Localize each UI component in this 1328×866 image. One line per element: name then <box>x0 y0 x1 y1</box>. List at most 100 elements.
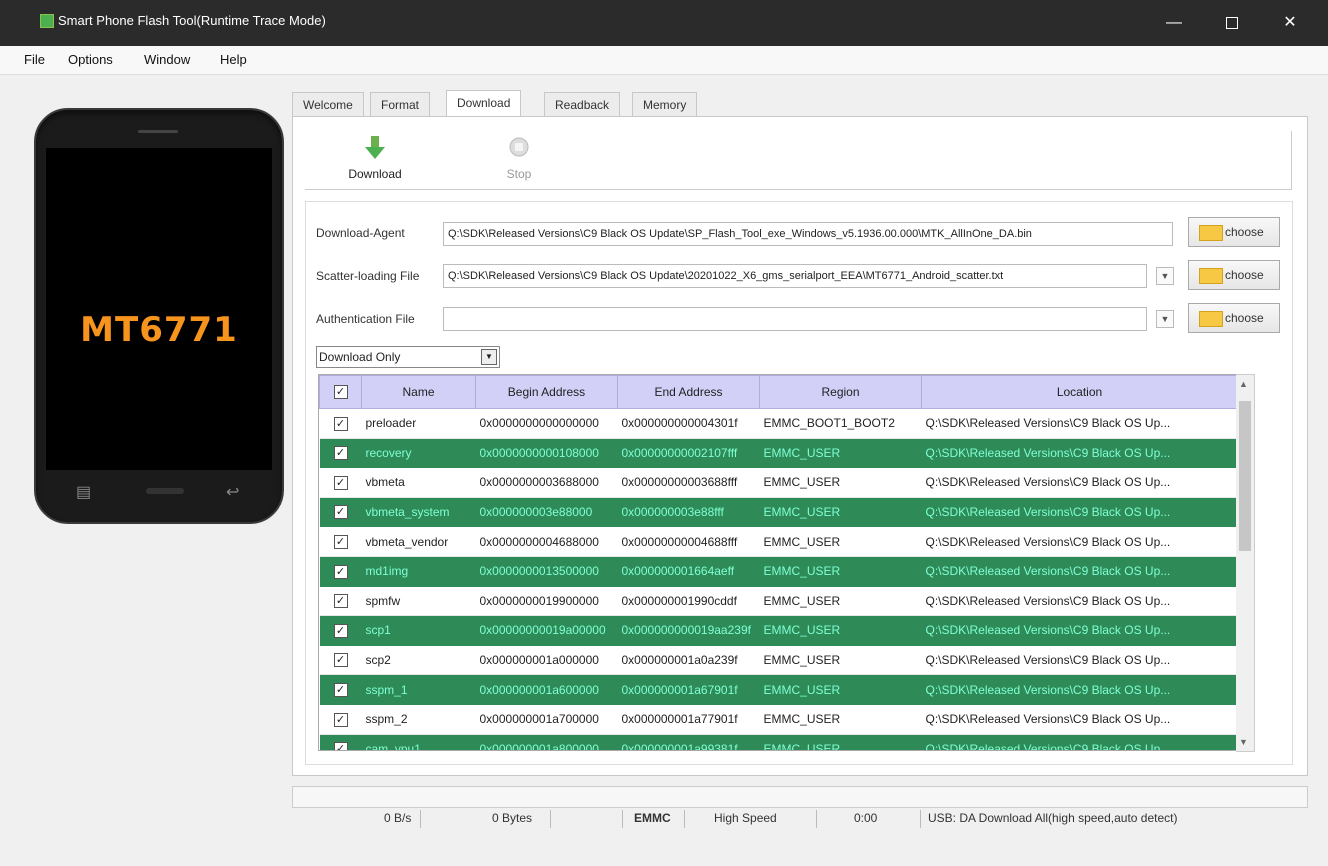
row-checkbox-cell[interactable]: ✓ <box>319 467 362 498</box>
begin-address: 0x0000000013500000 <box>475 556 618 587</box>
download-mode-select[interactable]: Download Only ▼ <box>316 346 500 368</box>
toolbar: Download Stop <box>305 131 1292 190</box>
column-header-name[interactable]: Name <box>361 375 476 409</box>
begin-address: 0x00000000019a00000 <box>475 615 618 646</box>
auth-file-field[interactable] <box>443 307 1147 331</box>
status-mode: High Speed <box>714 811 777 825</box>
row-checkbox-cell[interactable]: ✓ <box>319 704 362 735</box>
scatter-choose-button[interactable]: choose <box>1188 260 1280 290</box>
row-checkbox-cell[interactable]: ✓ <box>319 674 362 705</box>
tab-memory-test[interactable]: Memory Test <box>632 92 698 136</box>
menu-options[interactable]: Options <box>68 52 113 67</box>
row-checkbox-cell[interactable]: ✓ <box>319 586 362 617</box>
scroll-down-icon[interactable]: ▼ <box>1239 737 1248 747</box>
row-checkbox[interactable]: ✓ <box>333 505 348 520</box>
end-address: 0x000000001a77901f <box>617 704 760 735</box>
row-checkbox[interactable]: ✓ <box>333 564 348 579</box>
partition-name: vbmeta <box>361 467 476 498</box>
close-button[interactable]: ✕ <box>1270 8 1310 38</box>
download-agent-field[interactable]: Q:\SDK\Released Versions\C9 Black OS Upd… <box>443 222 1173 246</box>
download-agent-label: Download-Agent <box>316 226 405 240</box>
download-button[interactable]: Download <box>341 135 409 181</box>
end-address: 0x000000001990cddf <box>617 586 760 617</box>
table-row[interactable]: ✓ recovery 0x0000000000108000 0x00000000002… <box>319 438 1237 469</box>
download-mode-value: Download Only <box>319 350 401 364</box>
end-address: 0x000000000019aa239f <box>617 615 760 646</box>
table-row[interactable]: ✓ spmfw 0x0000000019900000 0x000000001990cd… <box>319 586 1237 617</box>
row-checkbox[interactable]: ✓ <box>333 535 348 550</box>
table-row[interactable]: ✓ vbmeta_system 0x000000003e88000 0x0000000… <box>319 497 1237 528</box>
choose-label: choose <box>1225 225 1264 239</box>
minimize-button[interactable]: — <box>1154 8 1194 38</box>
table-row[interactable]: ✓ scp1 0x00000000019a00000 0x000000000019aa… <box>319 615 1237 646</box>
partition-region: EMMC_USER <box>759 497 922 528</box>
partition-region: EMMC_USER <box>759 645 922 676</box>
auth-choose-button[interactable]: choose <box>1188 303 1280 333</box>
row-checkbox-cell[interactable]: ✓ <box>319 497 362 528</box>
row-checkbox[interactable]: ✓ <box>333 594 348 609</box>
end-address: 0x000000003e88fff <box>617 497 760 528</box>
table-row[interactable]: ✓ preloader 0x0000000000000000 0x0000000000… <box>319 408 1237 439</box>
select-all-checkbox[interactable]: ✓ <box>333 385 348 400</box>
row-checkbox[interactable]: ✓ <box>333 653 348 668</box>
menu-help[interactable]: Help <box>220 52 247 67</box>
row-checkbox[interactable]: ✓ <box>333 623 348 638</box>
table-scrollbar[interactable]: ▲ ▼ <box>1236 374 1255 752</box>
stop-button-label: Stop <box>506 167 532 181</box>
column-header-end[interactable]: End Address <box>617 375 760 409</box>
back-softkey-icon: ↩ <box>226 484 240 501</box>
partition-region: EMMC_USER <box>759 526 922 557</box>
scatter-dropdown-icon[interactable]: ▼ <box>1156 267 1174 285</box>
end-address: 0x000000001a99381f <box>617 734 760 750</box>
menu-window[interactable]: Window <box>144 52 190 67</box>
select-all-header[interactable]: ✓ <box>319 375 362 409</box>
table-row[interactable]: ✓ vbmeta_vendor 0x0000000004688000 0x000000… <box>319 526 1237 557</box>
table-row[interactable]: ✓ sspm_2 0x000000001a700000 0x000000001a779… <box>319 704 1237 735</box>
row-checkbox-cell[interactable]: ✓ <box>319 734 362 750</box>
menu-file[interactable]: File <box>24 52 45 67</box>
tab-download[interactable]: Download <box>446 90 522 118</box>
row-checkbox-cell[interactable]: ✓ <box>319 615 362 646</box>
download-arrow-icon <box>365 136 385 159</box>
row-checkbox[interactable]: ✓ <box>333 712 348 727</box>
row-checkbox[interactable]: ✓ <box>333 742 348 750</box>
tab-welcome[interactable]: Welcome <box>292 92 364 117</box>
row-checkbox[interactable]: ✓ <box>333 683 348 698</box>
home-softkey-icon <box>146 488 184 494</box>
scroll-thumb[interactable] <box>1239 401 1251 551</box>
partition-name: vbmeta_vendor <box>361 526 476 557</box>
stop-button[interactable]: Stop <box>499 135 539 181</box>
table-row[interactable]: ✓ vbmeta 0x0000000003688000 0x0000000000368… <box>319 467 1237 498</box>
scroll-up-icon[interactable]: ▲ <box>1239 379 1248 389</box>
partition-name: md1img <box>361 556 476 587</box>
table-row[interactable]: ✓ cam_vpu1 0x000000001a800000 0x000000001a9… <box>319 734 1237 750</box>
row-checkbox-cell[interactable]: ✓ <box>319 408 362 439</box>
row-checkbox-cell[interactable]: ✓ <box>319 438 362 469</box>
partition-name: sspm_1 <box>361 674 476 705</box>
scatter-file-field[interactable]: Q:\SDK\Released Versions\C9 Black OS Upd… <box>443 264 1147 288</box>
tab-readback[interactable]: Readback <box>544 92 621 117</box>
column-header-region[interactable]: Region <box>759 375 922 409</box>
table-row[interactable]: ✓ scp2 0x000000001a000000 0x000000001a0a239… <box>319 645 1237 676</box>
tab-format[interactable]: Format <box>370 92 431 117</box>
row-checkbox-cell[interactable]: ✓ <box>319 645 362 676</box>
partition-region: EMMC_USER <box>759 674 922 705</box>
partition-name: spmfw <box>361 586 476 617</box>
folder-icon <box>1199 311 1223 327</box>
row-checkbox-cell[interactable]: ✓ <box>319 526 362 557</box>
auth-dropdown-icon[interactable]: ▼ <box>1156 310 1174 328</box>
begin-address: 0x0000000000000000 <box>475 408 618 439</box>
maximize-button[interactable] <box>1212 8 1252 38</box>
column-header-location[interactable]: Location <box>921 375 1237 409</box>
row-checkbox[interactable]: ✓ <box>333 416 348 431</box>
partition-name: vbmeta_system <box>361 497 476 528</box>
table-row[interactable]: ✓ sspm_1 0x000000001a600000 0x000000001a679… <box>319 674 1237 705</box>
table-row[interactable]: ✓ md1img 0x0000000013500000 0x000000001664a… <box>319 556 1237 587</box>
row-checkbox[interactable]: ✓ <box>333 446 348 461</box>
end-address: 0x000000001a67901f <box>617 674 760 705</box>
status-time: 0:00 <box>854 811 878 825</box>
row-checkbox-cell[interactable]: ✓ <box>319 556 362 587</box>
column-header-begin[interactable]: Begin Address <box>475 375 618 409</box>
download-agent-choose-button[interactable]: choose <box>1188 217 1280 247</box>
row-checkbox[interactable]: ✓ <box>333 475 348 490</box>
